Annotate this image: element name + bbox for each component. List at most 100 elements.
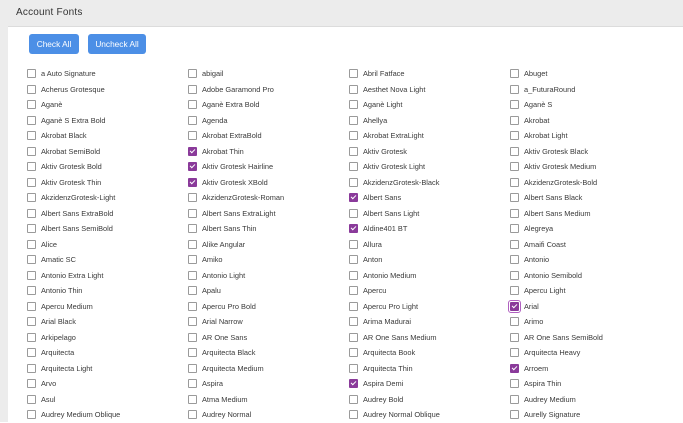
font-checkbox[interactable] bbox=[349, 255, 358, 265]
font-item[interactable]: Antonio bbox=[510, 252, 671, 268]
font-checkbox[interactable] bbox=[27, 239, 36, 249]
font-item[interactable]: a Auto Signature bbox=[27, 66, 188, 82]
font-item[interactable]: Antonio Semibold bbox=[510, 268, 671, 284]
font-checkbox[interactable] bbox=[349, 69, 358, 79]
font-item[interactable]: Antonio Thin bbox=[27, 283, 188, 299]
font-checkbox[interactable] bbox=[349, 363, 358, 373]
font-checkbox[interactable] bbox=[508, 299, 521, 313]
font-item[interactable]: a_FuturaRound bbox=[510, 82, 671, 98]
font-checkbox[interactable] bbox=[188, 286, 197, 296]
font-checkbox[interactable] bbox=[510, 270, 519, 280]
font-item[interactable]: Aktiv Grotesk XBold bbox=[188, 175, 349, 191]
font-item[interactable]: Aganè Light bbox=[349, 97, 510, 113]
font-item[interactable]: Aganè S Extra Bold bbox=[27, 113, 188, 129]
font-checkbox[interactable] bbox=[188, 348, 197, 358]
font-checkbox[interactable] bbox=[27, 317, 36, 327]
font-item[interactable]: Arvo bbox=[27, 376, 188, 392]
font-item[interactable]: Amatic SC bbox=[27, 252, 188, 268]
font-item[interactable]: Akrobat Light bbox=[510, 128, 671, 144]
font-checkbox[interactable] bbox=[349, 115, 358, 125]
font-item[interactable]: Arial Black bbox=[27, 314, 188, 330]
font-checkbox[interactable] bbox=[510, 317, 519, 327]
font-checkbox[interactable] bbox=[188, 394, 197, 404]
font-checkbox[interactable] bbox=[349, 131, 358, 141]
font-checkbox[interactable] bbox=[27, 146, 36, 156]
font-checkbox[interactable] bbox=[27, 100, 36, 110]
font-item[interactable]: Audrey Normal Oblique bbox=[349, 407, 510, 423]
font-item[interactable]: Aldine401 BT bbox=[349, 221, 510, 237]
font-item[interactable]: Amaifi Coast bbox=[510, 237, 671, 253]
font-item[interactable]: Adobe Garamond Pro bbox=[188, 82, 349, 98]
font-item[interactable]: Asul bbox=[27, 392, 188, 408]
font-checkbox[interactable] bbox=[27, 332, 36, 342]
font-checkbox[interactable] bbox=[27, 301, 36, 311]
font-checkbox[interactable] bbox=[188, 332, 197, 342]
font-checkbox[interactable] bbox=[27, 379, 36, 389]
font-checkbox[interactable] bbox=[27, 270, 36, 280]
font-checkbox[interactable] bbox=[510, 255, 519, 265]
font-checkbox[interactable] bbox=[27, 115, 36, 125]
font-item[interactable]: AR One Sans bbox=[188, 330, 349, 346]
font-item[interactable]: Apercu Pro Bold bbox=[188, 299, 349, 315]
font-checkbox[interactable] bbox=[188, 317, 197, 327]
font-item[interactable]: Aspira Demi bbox=[349, 376, 510, 392]
font-item[interactable]: AkzidenzGrotesk-Black bbox=[349, 175, 510, 191]
font-item[interactable]: AR One Sans SemiBold bbox=[510, 330, 671, 346]
font-item[interactable]: Allura bbox=[349, 237, 510, 253]
font-checkbox[interactable] bbox=[27, 208, 36, 218]
font-checkbox[interactable] bbox=[349, 379, 358, 389]
font-checkbox[interactable] bbox=[510, 100, 519, 110]
font-checkbox[interactable] bbox=[188, 379, 197, 389]
font-item[interactable]: Aesthet Nova Light bbox=[349, 82, 510, 98]
font-checkbox[interactable] bbox=[27, 131, 36, 141]
font-item[interactable]: AkzidenzGrotesk-Roman bbox=[188, 190, 349, 206]
font-item[interactable]: Aspira bbox=[188, 376, 349, 392]
font-checkbox[interactable] bbox=[27, 410, 36, 420]
font-checkbox[interactable] bbox=[349, 394, 358, 404]
font-checkbox[interactable] bbox=[188, 69, 197, 79]
font-item[interactable]: Alegreya bbox=[510, 221, 671, 237]
font-item[interactable]: Aganè Extra Bold bbox=[188, 97, 349, 113]
font-item[interactable]: Arimo bbox=[510, 314, 671, 330]
font-item[interactable]: Audrey Medium Oblique bbox=[27, 407, 188, 423]
font-item[interactable]: Albert Sans Medium bbox=[510, 206, 671, 222]
font-checkbox[interactable] bbox=[27, 177, 36, 187]
font-item[interactable]: Arquitecta Medium bbox=[188, 361, 349, 377]
font-item[interactable]: Aurelly Signature bbox=[510, 407, 671, 423]
font-checkbox[interactable] bbox=[27, 84, 36, 94]
font-item[interactable]: Albert Sans Light bbox=[349, 206, 510, 222]
font-checkbox[interactable] bbox=[188, 208, 197, 218]
font-checkbox[interactable] bbox=[349, 146, 358, 156]
check-all-button[interactable]: Check All bbox=[29, 34, 79, 54]
font-item[interactable]: Apercu bbox=[349, 283, 510, 299]
font-item[interactable]: Arial bbox=[508, 299, 671, 315]
font-checkbox[interactable] bbox=[510, 146, 519, 156]
font-checkbox[interactable] bbox=[510, 379, 519, 389]
font-item[interactable]: Arial Narrow bbox=[188, 314, 349, 330]
font-item[interactable]: Aktiv Grotesk Black bbox=[510, 144, 671, 160]
font-checkbox[interactable] bbox=[27, 394, 36, 404]
font-checkbox[interactable] bbox=[188, 177, 197, 187]
font-item[interactable]: Akrobat SemiBold bbox=[27, 144, 188, 160]
font-item[interactable]: Apercu Pro Light bbox=[349, 299, 510, 315]
font-checkbox[interactable] bbox=[27, 69, 36, 79]
font-checkbox[interactable] bbox=[510, 208, 519, 218]
font-item[interactable]: Antonio Extra Light bbox=[27, 268, 188, 284]
font-checkbox[interactable] bbox=[349, 193, 358, 203]
font-item[interactable]: Albert Sans ExtraBold bbox=[27, 206, 188, 222]
font-checkbox[interactable] bbox=[510, 84, 519, 94]
font-item[interactable]: Akrobat bbox=[510, 113, 671, 129]
font-item[interactable]: Aganè S bbox=[510, 97, 671, 113]
font-checkbox[interactable] bbox=[510, 239, 519, 249]
font-checkbox[interactable] bbox=[510, 286, 519, 296]
font-checkbox[interactable] bbox=[27, 286, 36, 296]
font-item[interactable]: Agenda bbox=[188, 113, 349, 129]
font-item[interactable]: Arquitecta bbox=[27, 345, 188, 361]
font-item[interactable]: Aspira Thin bbox=[510, 376, 671, 392]
font-item[interactable]: AR One Sans Medium bbox=[349, 330, 510, 346]
font-item[interactable]: Amiko bbox=[188, 252, 349, 268]
font-checkbox[interactable] bbox=[349, 177, 358, 187]
font-item[interactable]: abigail bbox=[188, 66, 349, 82]
font-checkbox[interactable] bbox=[188, 84, 197, 94]
font-item[interactable]: Arquitecta Light bbox=[27, 361, 188, 377]
